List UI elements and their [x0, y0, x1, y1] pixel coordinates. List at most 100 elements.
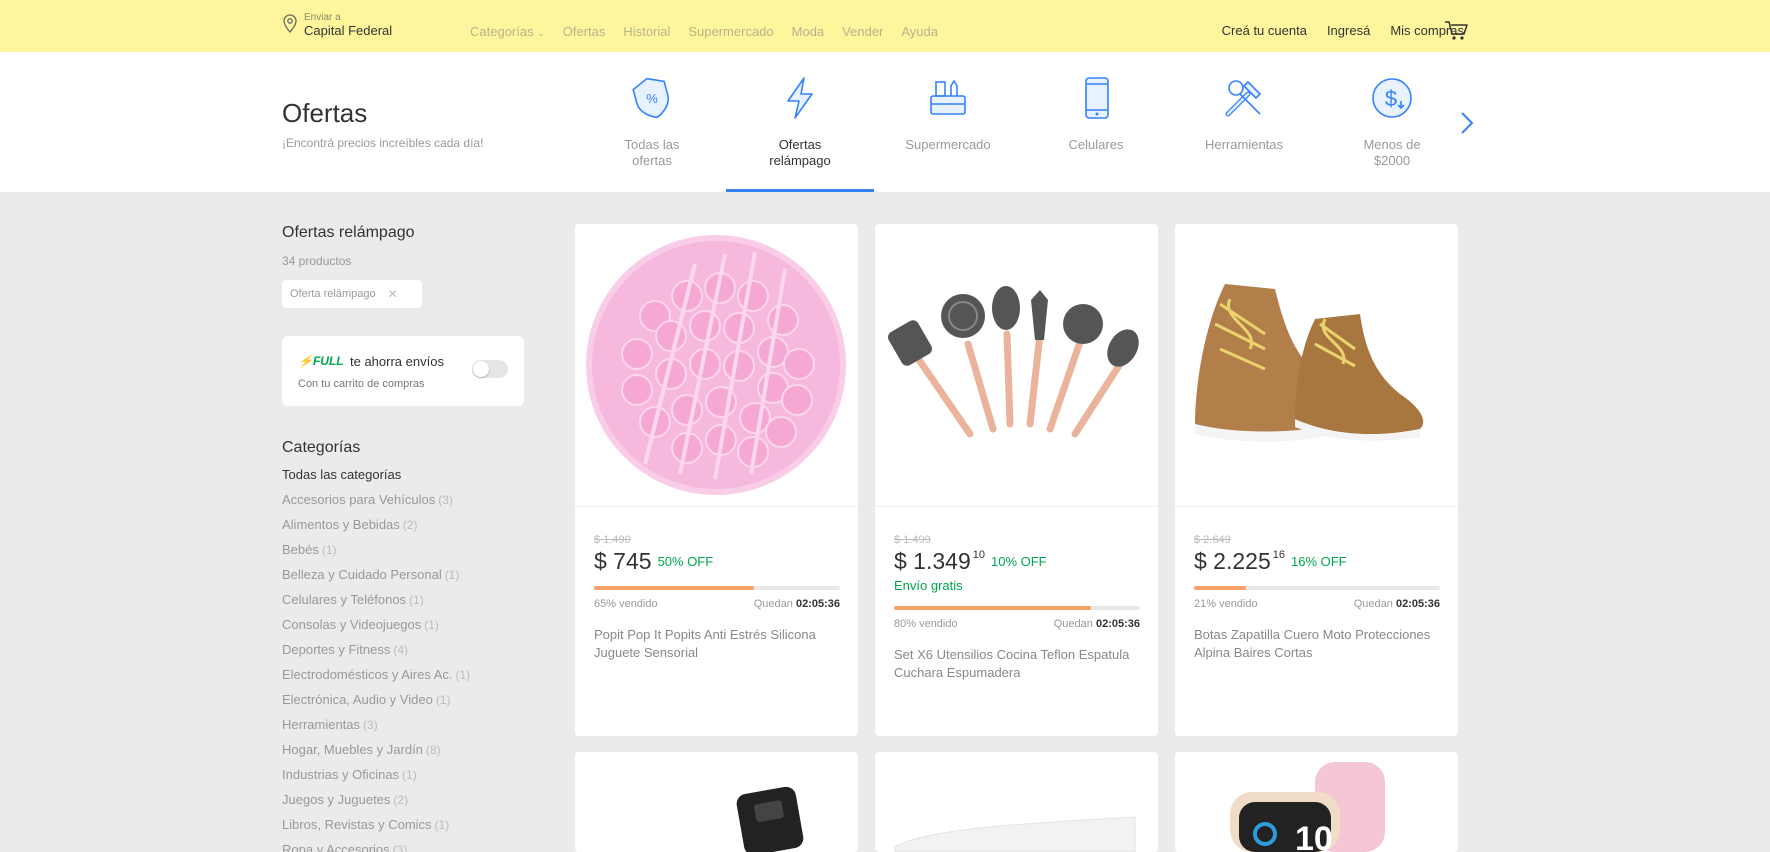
product-price: $ 2.225 16 16% OFF — [1194, 548, 1347, 574]
product-card[interactable] — [875, 752, 1158, 852]
results-count: 34 productos — [282, 254, 352, 268]
category-item[interactable]: Alimentos y Bebidas (2) — [282, 516, 542, 541]
product-image[interactable] — [575, 224, 858, 507]
sold-percent: 80% vendido — [894, 618, 958, 630]
full-shipping-toggle[interactable] — [472, 360, 508, 378]
tab-herramientas[interactable]: Herramientas — [1170, 52, 1318, 192]
nav-item-ofertas[interactable]: Ofertas — [563, 24, 606, 39]
product-title[interactable]: Set X6 Utensilios Cocina Teflon Espatula… — [894, 646, 1140, 682]
category-item[interactable]: Deportes y Fitness (4) — [282, 641, 542, 666]
create-account-link[interactable]: Creá tu cuenta — [1222, 23, 1307, 38]
full-logo: ⚡FULL — [298, 354, 344, 368]
sold-percent: 65% vendido — [594, 598, 658, 610]
nav-item-ayuda[interactable]: Ayuda — [901, 24, 938, 39]
svg-text:10: 10 — [1295, 820, 1333, 852]
full-shipping-box: ⚡FULL te ahorra envíos Con tu carrito de… — [282, 336, 524, 406]
discount-label: 10% OFF — [991, 554, 1047, 569]
category-item[interactable]: Hogar, Muebles y Jardín (8) — [282, 741, 542, 766]
page-subtitle: ¡Encontrá precios increíbles cada día! — [282, 136, 484, 150]
category-count: (1) — [409, 593, 424, 607]
category-count: (2) — [402, 518, 418, 532]
delivery-location-label: Enviar a — [304, 12, 341, 23]
main-nav: Categorías ⌄ Ofertas Historial Supermerc… — [470, 24, 938, 39]
nav-item-categorias[interactable]: Categorías ⌄ — [470, 24, 545, 39]
chevron-right-icon[interactable] — [1458, 110, 1476, 136]
category-item[interactable]: Libros, Revistas y Comics (1) — [282, 816, 542, 841]
discount-label: 50% OFF — [657, 554, 714, 569]
category-item[interactable]: Belleza y Cuidado Personal (1) — [282, 566, 542, 591]
category-item[interactable]: Accesorios para Vehículos (3) — [282, 491, 542, 516]
discount-label: 16% OFF — [1291, 554, 1347, 569]
top-header: Enviar a Capital Federal Categorías ⌄ Of… — [0, 0, 1770, 52]
category-count: (8) — [425, 743, 441, 757]
product-image[interactable] — [575, 752, 858, 852]
active-filter-chip[interactable]: Oferta relámpago ✕ — [282, 280, 422, 308]
delivery-location-value: Capital Federal — [304, 23, 393, 38]
tab-todas-las-ofertas[interactable]: % Todas las ofertas — [578, 52, 726, 192]
product-image[interactable]: 10 — [1175, 752, 1458, 852]
full-shipping-subtext: Con tu carrito de compras — [298, 378, 425, 390]
category-item[interactable]: Juegos y Juguetes (2) — [282, 791, 542, 816]
category-count: (4) — [393, 643, 409, 657]
tab-ofertas-relampago[interactable]: Ofertas relámpago — [726, 52, 874, 192]
category-item[interactable]: Celulares y Teléfonos (1) — [282, 591, 542, 616]
product-card[interactable]: $ 1.499 $ 1.349 10 10% OFF Envío gratis 80… — [875, 224, 1158, 736]
category-item[interactable]: Electrónica, Audio y Video (1) — [282, 691, 542, 716]
delivery-location[interactable]: Enviar a Capital Federal — [282, 12, 392, 39]
category-item[interactable]: Herramientas (3) — [282, 716, 542, 741]
product-title[interactable]: Botas Zapatilla Cuero Moto Protecciones … — [1194, 626, 1440, 662]
full-shipping-text: te ahorra envíos — [350, 354, 444, 369]
category-item[interactable]: Bebés (1) — [282, 541, 542, 566]
category-count: (1) — [435, 693, 451, 707]
nav-item-historial[interactable]: Historial — [623, 24, 670, 39]
old-price: $ 1.499 — [894, 534, 931, 546]
sold-info: 21% vendido Quedan 02:05:36 — [1194, 598, 1440, 610]
product-card[interactable]: 10 — [1175, 752, 1458, 852]
time-remaining: Quedan 02:05:36 — [753, 598, 840, 610]
category-count: (1) — [434, 818, 450, 832]
product-card[interactable]: $ 1.490 $ 745 50% OFF 65% vendido Quedan 0… — [575, 224, 858, 736]
svg-text:$: $ — [1385, 86, 1397, 111]
results-title: Ofertas relámpago — [282, 224, 415, 241]
tab-menos-de-2000[interactable]: $ Menos de $2000 — [1318, 52, 1466, 192]
nav-item-moda[interactable]: Moda — [792, 24, 825, 39]
tab-celulares[interactable]: Celulares — [1022, 52, 1170, 192]
product-image[interactable] — [875, 752, 1158, 852]
product-title[interactable]: Popit Pop It Popits Anti Estrés Silicona… — [594, 626, 840, 662]
sold-info: 80% vendido Quedan 02:05:36 — [894, 618, 1140, 630]
close-icon[interactable]: ✕ — [388, 287, 398, 301]
svg-text:%: % — [646, 91, 658, 106]
product-card[interactable]: $ 2.649 $ 2.225 16 16% OFF 21% vendido Qued… — [1175, 224, 1458, 736]
old-price: $ 2.649 — [1194, 534, 1231, 546]
sold-progress-bar — [894, 606, 1140, 610]
categories-heading: Categorías — [282, 439, 361, 456]
active-tab-indicator — [726, 189, 874, 192]
category-count: (1) — [321, 543, 337, 557]
cart-icon[interactable] — [1444, 20, 1468, 42]
login-link[interactable]: Ingresá — [1327, 23, 1370, 38]
category-count: (3) — [392, 843, 408, 852]
sold-progress-fill — [1194, 586, 1246, 590]
category-item[interactable]: Electrodomésticos y Aires Ac. (1) — [282, 666, 542, 691]
offers-banner: Ofertas ¡Encontrá precios increíbles cad… — [0, 52, 1770, 192]
discount-tag-icon: % — [632, 77, 670, 119]
page-title: Ofertas — [282, 98, 368, 128]
free-shipping-label: Envío gratis — [894, 578, 963, 593]
lightning-icon: ⚡ — [298, 354, 313, 368]
category-all[interactable]: Todas las categorías — [282, 466, 542, 491]
product-image[interactable] — [875, 224, 1158, 507]
tab-supermercado[interactable]: Supermercado — [874, 52, 1022, 192]
category-count: (1) — [402, 768, 417, 782]
product-image[interactable] — [1175, 224, 1458, 507]
category-count: (2) — [393, 793, 409, 807]
nav-item-supermercado[interactable]: Supermercado — [688, 24, 773, 39]
nav-item-vender[interactable]: Vender — [842, 24, 883, 39]
category-item[interactable]: Ropa y Accesorios (3) — [282, 841, 542, 852]
location-pin-icon — [283, 14, 297, 33]
lightning-icon — [787, 77, 813, 119]
product-card[interactable] — [575, 752, 858, 852]
time-remaining: Quedan 02:05:36 — [1353, 598, 1440, 610]
product-price: $ 1.349 10 10% OFF — [894, 548, 1047, 574]
category-item[interactable]: Consolas y Videojuegos (1) — [282, 616, 542, 641]
category-item[interactable]: Industrias y Oficinas (1) — [282, 766, 542, 791]
